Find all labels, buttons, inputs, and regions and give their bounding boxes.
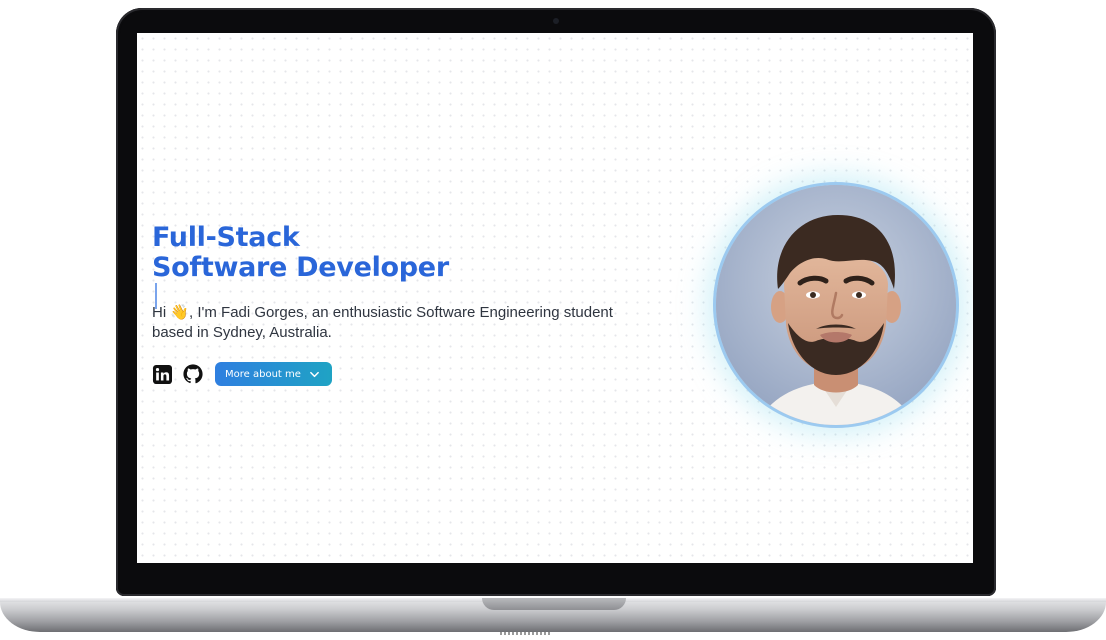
social-links: More about me bbox=[152, 362, 332, 386]
laptop-screen: Full-Stack Software Developer Hi 👋, I'm … bbox=[137, 33, 973, 563]
hero-title-line-2: Software Developer bbox=[152, 253, 449, 309]
github-icon bbox=[183, 364, 203, 384]
hero-intro: Hi 👋, I'm Fadi Gorges, an enthusiastic S… bbox=[152, 304, 613, 341]
hero-title-line-2-text: Software Developer bbox=[152, 252, 449, 283]
more-about-me-label: More about me bbox=[225, 368, 301, 380]
more-about-me-button[interactable]: More about me bbox=[215, 362, 332, 386]
hero-title-line-1: Full-Stack bbox=[152, 222, 300, 253]
chevron-down-icon bbox=[310, 371, 319, 377]
portrait-illustration bbox=[716, 185, 956, 425]
linkedin-icon bbox=[152, 364, 172, 384]
camera-icon bbox=[553, 18, 559, 24]
profile-avatar bbox=[716, 185, 956, 425]
github-link[interactable] bbox=[183, 364, 203, 384]
laptop-foot bbox=[500, 632, 550, 635]
hero-title: Full-Stack Software Developer bbox=[152, 223, 449, 309]
laptop-chin bbox=[116, 563, 996, 596]
laptop-opening-notch bbox=[482, 598, 626, 610]
linkedin-link[interactable] bbox=[152, 364, 172, 384]
